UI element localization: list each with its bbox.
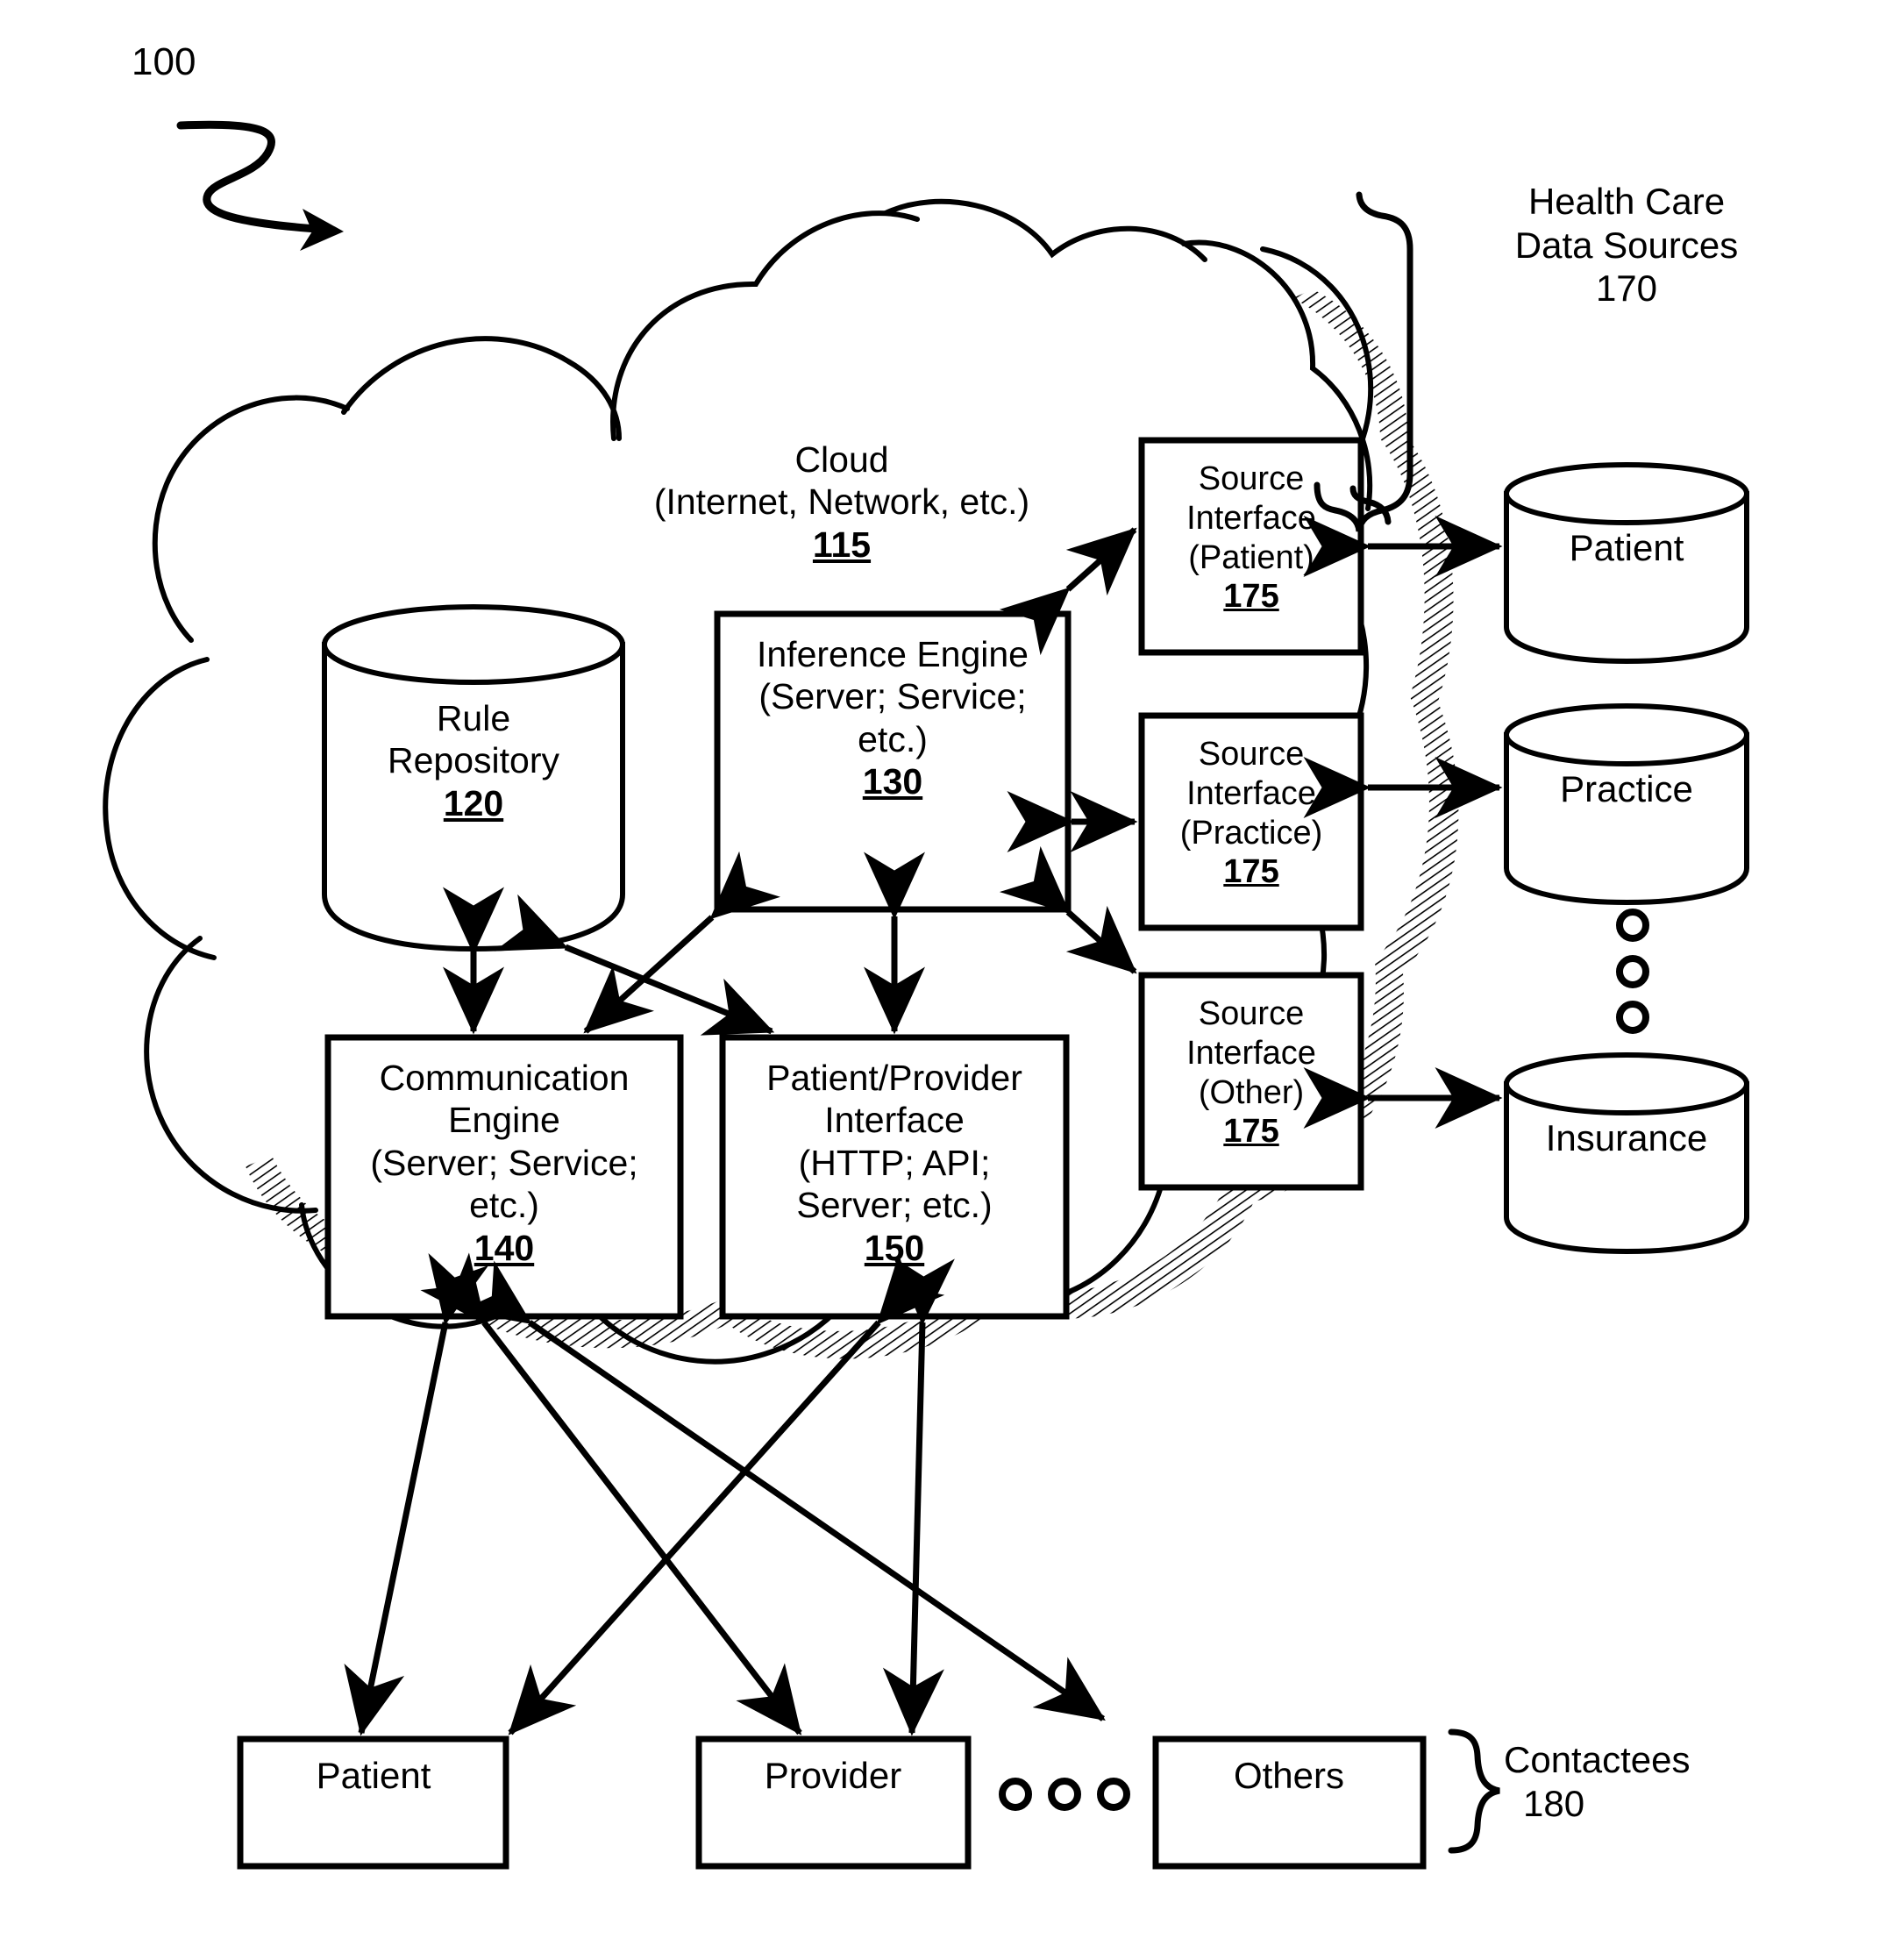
- patient-provider-interface-label: Patient/Provider Interface (HTTP; API; S…: [728, 1057, 1061, 1269]
- communication-engine-ref: 140: [474, 1227, 535, 1268]
- figure-number: 100: [132, 40, 196, 83]
- arrow-comm-engine-provider: [420, 1252, 802, 1735]
- source-interface-patient-label: Source Interface (Patient) 175: [1186, 460, 1316, 616]
- inference-engine-label: Inference Engine (Server; Service; etc.)…: [726, 633, 1059, 803]
- contactees-group-title: Contactees 180: [1504, 1738, 1793, 1825]
- patient-provider-interface-ref: 150: [864, 1227, 925, 1268]
- data-sources-vertical-ellipsis-icon: [1616, 909, 1649, 1034]
- contactees-brace: [1448, 1728, 1500, 1854]
- cloud-label: Cloud (Internet, Network, etc.) 115: [596, 438, 1087, 566]
- data-source-label-practice: Practice: [1560, 768, 1693, 809]
- data-sources-group-ref: 170: [1595, 267, 1658, 310]
- cloud-subtitle: (Internet, Network, etc.): [653, 481, 1030, 523]
- data-sources-group-title: Health Care Data Sources 170: [1438, 180, 1815, 310]
- arrow-ppi-provider: [882, 1257, 955, 1736]
- contactees-group-ref: 180: [1523, 1782, 1585, 1824]
- data-source-label-patient: Patient: [1569, 527, 1684, 568]
- arrow-ie-si-other: [999, 845, 1137, 974]
- source-interface-practice-label: Source Interface (Practice) 175: [1179, 736, 1323, 891]
- rule-repository-label: Rule Repository 120: [351, 697, 596, 824]
- inference-engine-ref: 130: [862, 761, 923, 802]
- contactee-label-others: Others: [1233, 1755, 1345, 1796]
- contactees-horizontal-ellipsis-icon: [999, 1778, 1130, 1811]
- figure-lead-arrow: [176, 120, 344, 251]
- cloud-title: Cloud: [794, 439, 889, 480]
- arrow-comm-engine-patient: [344, 1252, 489, 1736]
- communication-engine-label: Communication Engine (Server; Service; e…: [333, 1057, 675, 1269]
- data-source-label-insurance: Insurance: [1545, 1117, 1708, 1158]
- rule-repository-ref: 120: [443, 782, 504, 823]
- arrow-ie-comm-engine: [583, 851, 781, 1034]
- contactee-label-provider: Provider: [764, 1755, 902, 1796]
- contactee-label-patient: Patient: [316, 1755, 431, 1796]
- figure-canvas: 100 Cloud (Internet, Network, etc.) 115 …: [0, 0, 1894, 1960]
- cloud-ref: 115: [812, 524, 872, 565]
- source-interface-other-label: Source Interface (Other) 175: [1186, 995, 1316, 1151]
- arrow-comm-engine-others: [459, 1260, 1106, 1721]
